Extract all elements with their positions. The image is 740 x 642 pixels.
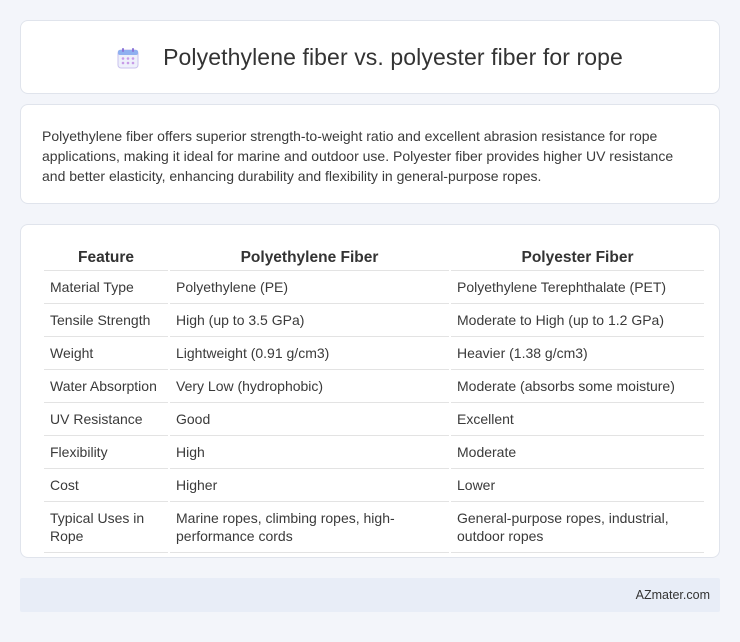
feature-cell: Material Type (44, 271, 168, 304)
feature-cell: Weight (44, 337, 168, 370)
polyethylene-cell: Higher (170, 469, 449, 502)
table-row: Weight Lightweight (0.91 g/cm3) Heavier … (44, 337, 704, 370)
feature-cell: Flexibility (44, 436, 168, 469)
column-header-polyethylene: Polyethylene Fiber (170, 247, 449, 271)
comparison-table-card: Feature Polyethylene Fiber Polyester Fib… (20, 224, 720, 558)
feature-cell: UV Resistance (44, 403, 168, 436)
table-header-row: Feature Polyethylene Fiber Polyester Fib… (44, 247, 704, 271)
table-row: Typical Uses in Rope Marine ropes, climb… (44, 502, 704, 553)
polyester-cell: Lower (451, 469, 704, 502)
polyester-cell: Polyethylene Terephthalate (PET) (451, 271, 704, 304)
table-row: UV Resistance Good Excellent (44, 403, 704, 436)
summary-text: Polyethylene fiber offers superior stren… (42, 128, 674, 184)
polyester-cell: Excellent (451, 403, 704, 436)
feature-cell: Water Absorption (44, 370, 168, 403)
polyethylene-cell: High (up to 3.5 GPa) (170, 304, 449, 337)
column-header-feature: Feature (44, 247, 168, 271)
polyethylene-cell: High (170, 436, 449, 469)
table-row: Material Type Polyethylene (PE) Polyethy… (44, 271, 704, 304)
column-header-polyester: Polyester Fiber (451, 247, 704, 271)
table-row: Flexibility High Moderate (44, 436, 704, 469)
polyethylene-cell: Polyethylene (PE) (170, 271, 449, 304)
summary-card: Polyethylene fiber offers superior stren… (20, 104, 720, 204)
table-row: Cost Higher Lower (44, 469, 704, 502)
feature-cell: Tensile Strength (44, 304, 168, 337)
polyethylene-cell: Good (170, 403, 449, 436)
polyester-cell: General-purpose ropes, industrial, outdo… (451, 502, 704, 553)
calendar-icon (117, 47, 139, 69)
title-card: Polyethylene fiber vs. polyester fiber f… (20, 20, 720, 94)
polyester-cell: Heavier (1.38 g/cm3) (451, 337, 704, 370)
table-row: Water Absorption Very Low (hydrophobic) … (44, 370, 704, 403)
polyethylene-cell: Very Low (hydrophobic) (170, 370, 449, 403)
polyester-cell: Moderate to High (up to 1.2 GPa) (451, 304, 704, 337)
polyethylene-cell: Lightweight (0.91 g/cm3) (170, 337, 449, 370)
comparison-table: Feature Polyethylene Fiber Polyester Fib… (42, 247, 706, 553)
feature-cell: Cost (44, 469, 168, 502)
footer-bar: AZmater.com (20, 578, 720, 612)
footer-brand: AZmater.com (635, 588, 710, 602)
polyester-cell: Moderate (absorbs some moisture) (451, 370, 704, 403)
table-row: Tensile Strength High (up to 3.5 GPa) Mo… (44, 304, 704, 337)
polyester-cell: Moderate (451, 436, 704, 469)
page-title: Polyethylene fiber vs. polyester fiber f… (163, 43, 623, 70)
polyethylene-cell: Marine ropes, climbing ropes, high-perfo… (170, 502, 449, 553)
feature-cell: Typical Uses in Rope (44, 502, 168, 553)
